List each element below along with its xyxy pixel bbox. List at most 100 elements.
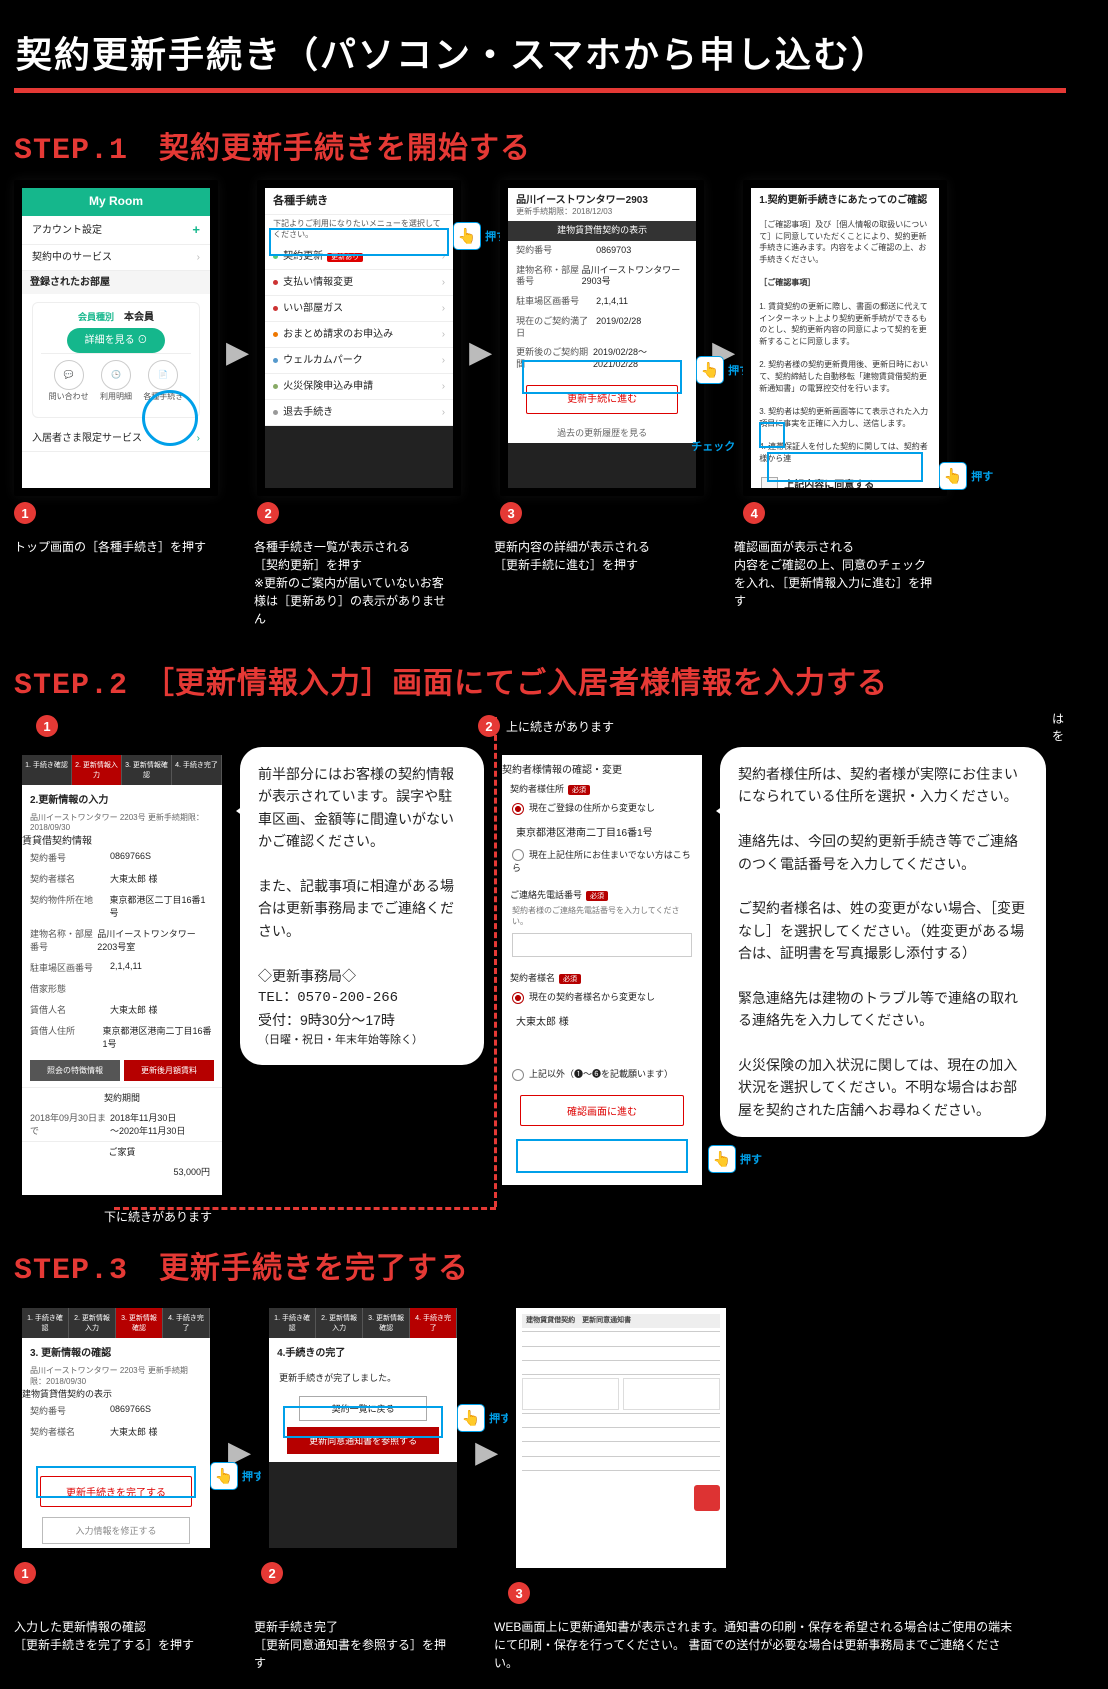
band: 建物賃貸借契約の表示 [22, 1387, 210, 1400]
progress-step: 4. 手続き完了 [172, 755, 222, 785]
menu-welcome-label: ウェルカムパーク [283, 355, 363, 366]
press-label: 押す [740, 1151, 762, 1167]
balloon-note: （日曜・祝日・年末年始等除く） [258, 1032, 466, 1050]
radio-icon [512, 1069, 524, 1081]
member-type-label: 会員種別 [78, 312, 114, 322]
kv-v: 品川イーストワンタワー 2203号室 [97, 927, 214, 953]
row-account[interactable]: アカウント設定 + [22, 216, 210, 246]
band: 賃貸借契約情報 [22, 832, 222, 847]
balloon-text: ご契約者様名は、姓の変更がない場合、［変更なし］を選択してください。（姓変更があ… [738, 897, 1028, 964]
radio-other[interactable]: 上記以外（❶～❻を記載願います） [502, 1063, 702, 1085]
press-indicator: 👆押す [453, 222, 507, 250]
progress-step: 3. 更新情報確認 [116, 1308, 163, 1338]
menu-welcome[interactable]: ウェルカムパーク› [265, 348, 453, 374]
confirm-button[interactable]: 確認画面に進む [520, 1095, 684, 1126]
name-value: 大東太郎 様 [502, 1008, 702, 1033]
term-from: 2018年09月30日まで [30, 1111, 110, 1137]
chevron-right-icon: › [197, 432, 200, 445]
progress-step: 3. 更新情報確認 [122, 755, 172, 785]
seal-icon [694, 1485, 720, 1511]
required-badge: 必須 [559, 974, 581, 984]
balloon-text: ◇更新事務局◇ [258, 965, 466, 987]
arrow-icon: ▶ [220, 335, 255, 370]
edit-button[interactable]: 入力情報を修正する [42, 1517, 190, 1544]
step2a-sub: 品川イーストワンタワー 2203号 更新手続期限：2018/09/30 [22, 812, 222, 832]
row-account-label: アカウント設定 [32, 224, 102, 237]
confirm-title: 1.契約更新手続きにあたってのご確認 [751, 188, 939, 213]
pointer-icon: 👆 [696, 356, 724, 384]
menu-payment[interactable]: 支払い情報変更› [265, 270, 453, 296]
step1-cap1: トップ画面の［各種手続き］を押す [14, 538, 214, 556]
step1-title: STEP.1 契約更新手続きを開始する [14, 123, 1066, 168]
building-title: 品川イーストワンタワー2903 [508, 188, 696, 207]
progress-step: 1. 手続き確認 [22, 1308, 69, 1338]
confirm-lead: ［ご確認事項］及び［個人情報の取扱いについて］に同意していただくことにより、契約… [751, 213, 939, 271]
progress-step: 1. 手続き確認 [22, 755, 72, 785]
proc-head: 各種手続き [265, 188, 453, 215]
menu-payment-label: 支払い情報変更 [283, 277, 353, 288]
addr-label: 契約者様住所 [510, 784, 564, 794]
radio-name-same[interactable]: 現在の契約者様名から変更なし [502, 986, 702, 1008]
progress-step: 4. 手続き完了 [163, 1308, 210, 1338]
row-services[interactable]: 契約中のサービス › [22, 245, 210, 271]
kv-k: 契約者様名 [30, 872, 110, 885]
icon-statement-label: 利用明細 [100, 392, 132, 402]
kv-v: 0869703 [596, 245, 631, 257]
badge-4: 4 [743, 502, 765, 524]
highlight-box [36, 1466, 196, 1498]
step1-shot2: 各種手続き 下記よりご利用になりたいメニューを選択してください。 契約更新更新あ… [257, 180, 461, 496]
balloon-text: 契約者様住所は、契約者様が実際にお住まいになられている住所を選択・入力ください。 [738, 763, 1028, 808]
kv-v: 0869766S [110, 1404, 151, 1417]
scroll-note-bottom: 下に続きがあります [104, 1208, 212, 1225]
kv-k: 駐車場区画番号 [30, 961, 110, 974]
confirm-item: 1. 賃貸契約の更新に際し、書面の郵送に代えてインターネット上より契約更新手続が… [751, 295, 939, 353]
step1-cap4: 確認画面が表示される 内容をご確認の上、同意のチェックを入れ、［更新情報入力に進… [734, 538, 934, 610]
tel-input[interactable] [512, 933, 692, 957]
history-link[interactable]: 過去の更新履歴を見る [508, 424, 696, 444]
tab-right[interactable]: 更新後月額賃料 [124, 1060, 214, 1081]
step2-shotA: 1. 手続き確認 2. 更新情報入力 3. 更新情報確認 4. 手続き完了 2.… [14, 747, 230, 1203]
icon-inquiry[interactable]: 💬問い合わせ [45, 360, 92, 402]
detail-button[interactable]: 詳細を見る ⊙ [67, 328, 166, 353]
highlight-box [767, 452, 923, 482]
scroll-note-hint: はを [1052, 711, 1064, 745]
check-label: チェック [691, 438, 735, 454]
addr-value: 東京都港区港南二丁目16番1号 [502, 819, 702, 844]
step1-shot3: 品川イーストワンタワー2903 更新手続期限：2018/12/03 建物賃貸借契… [500, 180, 704, 496]
icon-statement[interactable]: 🕒 利用明細 [92, 360, 139, 402]
badge-1: 1 [14, 1562, 36, 1584]
menu-combine[interactable]: おまとめ請求のお申込み› [265, 322, 453, 348]
menu-moveout[interactable]: 退去手続き› [265, 400, 453, 426]
kv-v: 大東太郎 様 [110, 1003, 158, 1016]
tab-left[interactable]: 照会の特徴情報 [30, 1060, 120, 1081]
kv-k: 建物名称・部屋番号 [30, 927, 97, 953]
menu-gas[interactable]: いい部屋ガス› [265, 296, 453, 322]
badge-2: 2 [261, 1562, 283, 1584]
badge-2: 2 [257, 502, 279, 524]
radio-label: 現在ご登録の住所から変更なし [529, 803, 655, 813]
tel-label: ご連絡先電話番号 [510, 890, 582, 900]
radio-addr-same[interactable]: 現在ご登録の住所から変更なし [502, 797, 702, 819]
progress-step: 2. 更新情報入力 [72, 755, 122, 785]
clock-icon: 🕒 [101, 360, 131, 390]
radio-addr-other[interactable]: 現在上記住所にお住まいでない方はこちら [502, 844, 702, 879]
kv-v: 大東太郎 様 [110, 872, 158, 885]
s3a-head: 3. 更新情報の確認 [22, 1338, 210, 1365]
radio-on-icon [512, 992, 524, 1004]
term-head: 契約期間 [22, 1087, 222, 1107]
document-icon: 📄 [148, 360, 178, 390]
progress-step: 2. 更新情報入力 [316, 1308, 363, 1338]
kv-k: 駐車場区画番号 [516, 296, 596, 308]
kv-k: 契約番号 [30, 1404, 110, 1417]
required-badge: 必須 [568, 785, 590, 795]
press-indicator: 👆押す [939, 462, 993, 490]
kv-v: 大東太郎 様 [110, 1425, 158, 1438]
page-title: 契約更新手続き（パソコン・スマホから申し込む） [14, 20, 1066, 93]
kv-k: 契約者様名 [30, 1425, 110, 1438]
plus-icon: + [192, 222, 200, 239]
myroom-header: My Room [22, 188, 210, 216]
step1-cap3: 更新内容の詳細が表示される ［更新手続に進む］を押す [494, 538, 694, 574]
menu-fire[interactable]: 火災保険申込み申請› [265, 374, 453, 400]
badge-3: 3 [508, 1582, 530, 1604]
pointer-icon: 👆 [939, 462, 967, 490]
